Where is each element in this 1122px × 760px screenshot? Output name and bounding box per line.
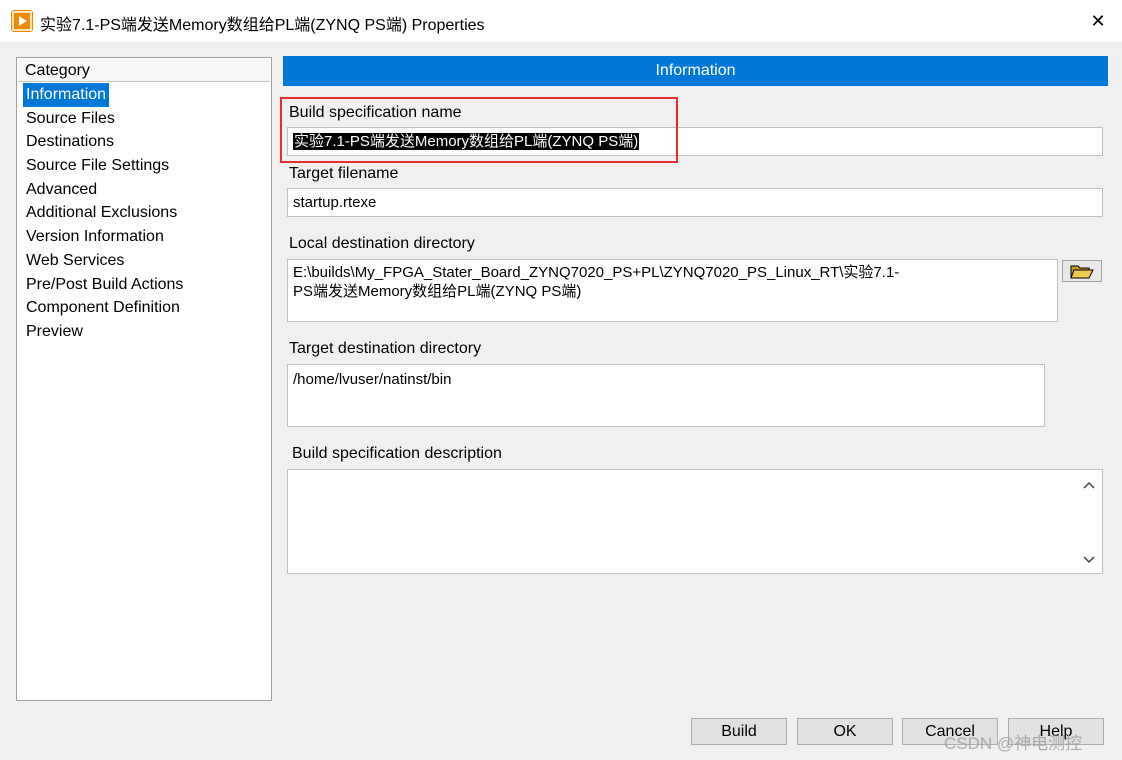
local-destination-line-1: E:\builds\My_FPGA_Stater_Board_ZYNQ7020_… [293,264,900,281]
category-items: Information Source Files Destinations So… [23,83,269,344]
category-item-additional-exclusions[interactable]: Additional Exclusions [23,201,269,225]
local-destination-line-2: PS端发送Memory数组给PL端(ZYNQ PS端) [293,283,582,300]
category-item-label: Component Definition [26,299,180,317]
scroll-up-button[interactable] [1080,476,1098,494]
category-item-label: Advanced [26,180,98,198]
category-item-label: Version Information [26,228,164,246]
browse-button[interactable] [1062,260,1102,282]
category-item-source-files[interactable]: Source Files [23,107,269,131]
folder-open-icon [1070,265,1094,279]
category-item-label: Preview [26,322,83,340]
category-item-preview[interactable]: Preview [23,320,269,344]
build-button[interactable]: Build [691,718,787,745]
category-item-label: Additional Exclusions [26,204,178,222]
description-label: Build specification description [292,445,502,462]
category-item-pre-post-build-actions[interactable]: Pre/Post Build Actions [23,273,269,297]
category-item-label: Information [23,83,110,107]
category-item-version-information[interactable]: Version Information [23,225,269,249]
category-header: Category [18,59,270,82]
category-item-label: Source File Settings [26,157,170,175]
category-item-web-services[interactable]: Web Services [23,249,269,273]
local-destination-input[interactable]: E:\builds\My_FPGA_Stater_Board_ZYNQ7020_… [287,259,1058,322]
target-filename-value: startup.rtexe [293,194,377,211]
scroll-down-button[interactable] [1080,551,1098,569]
target-destination-value: /home/lvuser/natinst/bin [293,371,452,388]
category-item-information[interactable]: Information [23,83,269,107]
category-item-destinations[interactable]: Destinations [23,130,269,154]
category-item-label: Source Files [26,109,115,127]
category-item-source-file-settings[interactable]: Source File Settings [23,154,269,178]
target-filename-label: Target filename [289,165,399,182]
category-item-advanced[interactable]: Advanced [23,178,269,202]
close-button[interactable]: ✕ [1080,6,1116,36]
section-header: Information [283,56,1108,86]
highlight-box [280,97,678,163]
target-destination-input[interactable]: /home/lvuser/natinst/bin [287,364,1045,427]
category-item-label: Destinations [26,133,115,151]
category-item-component-definition[interactable]: Component Definition [23,296,269,320]
category-list: Category Information Source Files Destin… [16,57,272,701]
chevron-up-icon [1083,481,1095,489]
local-destination-label: Local destination directory [289,235,475,252]
labview-icon [11,10,33,32]
description-textarea[interactable] [287,469,1103,574]
close-icon: ✕ [1090,10,1106,31]
chevron-down-icon [1083,556,1095,564]
category-item-label: Pre/Post Build Actions [26,275,184,293]
title-bar: 实验7.1-PS端发送Memory数组给PL端(ZYNQ PS端) Proper… [0,0,1122,42]
target-filename-input[interactable]: startup.rtexe [287,188,1103,217]
window-title: 实验7.1-PS端发送Memory数组给PL端(ZYNQ PS端) Proper… [40,17,485,34]
target-destination-label: Target destination directory [289,340,482,357]
ok-button[interactable]: OK [797,718,893,745]
category-item-label: Web Services [26,251,125,269]
watermark: CSDN @神电测控 [944,734,1083,753]
